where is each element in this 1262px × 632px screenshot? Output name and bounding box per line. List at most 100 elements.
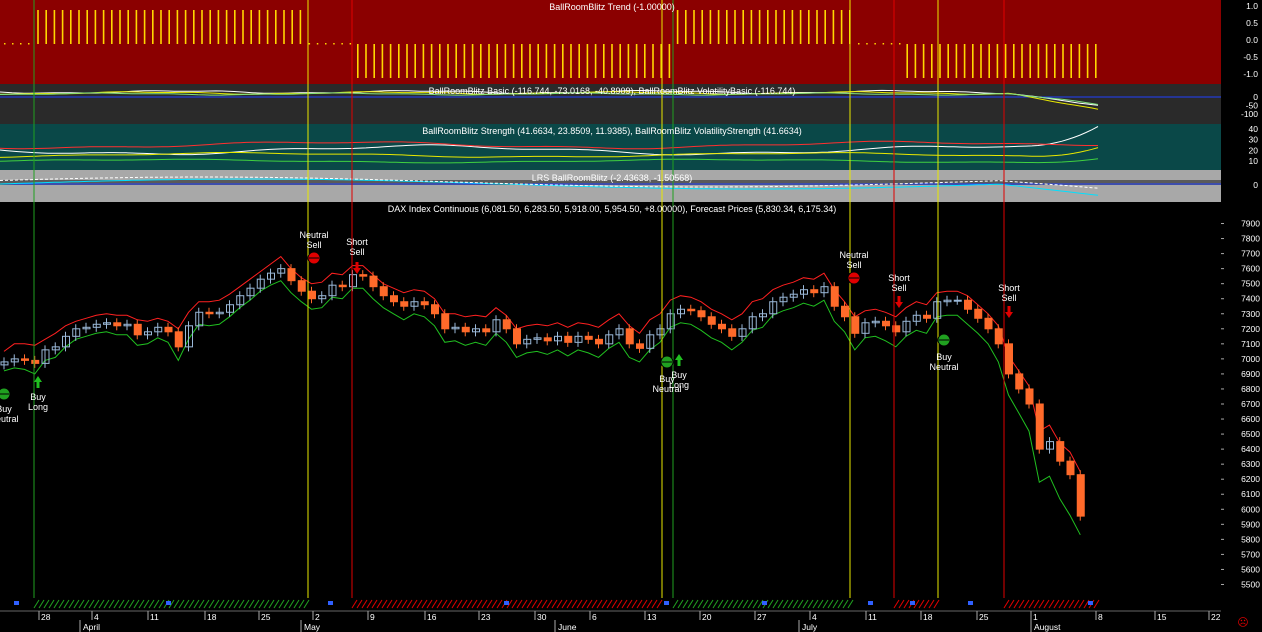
- signal-label-bottom: Long: [28, 402, 48, 412]
- trend-dot: [890, 43, 893, 45]
- strip-marker: [868, 601, 873, 605]
- price-tick-label: 6000: [1241, 504, 1260, 514]
- strip-marker: [664, 601, 669, 605]
- signal-label-top: Neutral: [839, 250, 868, 260]
- price-tick-label: 6300: [1241, 459, 1260, 469]
- price-tick-label: 6200: [1241, 474, 1260, 484]
- date-tick-label: 16: [427, 612, 437, 622]
- candle-body: [379, 286, 388, 297]
- candle-body: [718, 323, 726, 330]
- trend-dot: [858, 43, 860, 45]
- candle-body: [1035, 403, 1044, 450]
- signal-label-top: Neutral: [299, 230, 328, 240]
- month-label: June: [558, 622, 577, 632]
- close-icon[interactable]: ☹: [1237, 617, 1248, 629]
- candle-body: [810, 289, 819, 294]
- candle-body: [984, 317, 993, 330]
- price-tick-label: 7100: [1241, 339, 1260, 349]
- candle-body: [851, 316, 860, 334]
- strength-tick-label: 40: [1249, 124, 1259, 134]
- candle-body: [882, 320, 890, 327]
- trend-tick-label: 0.5: [1246, 18, 1258, 28]
- signal-label-bottom: Neutral: [0, 414, 19, 424]
- candle-body: [390, 295, 398, 303]
- signal-label-top: Buy: [671, 370, 687, 380]
- price-tick-label: 6500: [1241, 429, 1260, 439]
- signal-label-top: Short: [998, 283, 1020, 293]
- trend-dot: [333, 43, 335, 45]
- candle-body: [543, 337, 552, 342]
- trend-dot: [20, 43, 22, 45]
- price-tick-label: 5800: [1241, 534, 1260, 544]
- month-label: April: [83, 622, 100, 632]
- candle-body: [400, 301, 409, 307]
- candle-body: [1005, 343, 1013, 375]
- trend-dot: [341, 43, 343, 45]
- strip-marker: [14, 601, 19, 605]
- price-tick-label: 7600: [1241, 264, 1260, 274]
- trend-dot: [349, 43, 352, 45]
- trend-dot: [4, 43, 6, 45]
- candle-body: [133, 323, 142, 336]
- date-tick-label: 6: [592, 612, 597, 622]
- trend-dot: [28, 43, 30, 45]
- trend-dot: [325, 43, 327, 45]
- price-panel: [0, 202, 1221, 598]
- date-tick-label: 22: [1211, 612, 1221, 622]
- price-tick-label: 5500: [1241, 579, 1260, 589]
- candle-body: [728, 328, 737, 337]
- candle-body: [697, 310, 706, 318]
- basic-tick-label: -100: [1241, 109, 1258, 119]
- candle-body: [431, 304, 439, 315]
- candle-body: [502, 319, 511, 330]
- candle-body: [359, 274, 368, 277]
- signal-label-bottom: Sell: [846, 260, 861, 270]
- strength-tick-label: 20: [1249, 145, 1259, 155]
- signal-label-bottom: Sell: [349, 247, 364, 257]
- price-tick-label: 6900: [1241, 369, 1260, 379]
- price-tick-label: 5600: [1241, 564, 1260, 574]
- price-tick-label: 6400: [1241, 444, 1260, 454]
- trend-dot: [866, 43, 868, 45]
- candle-body: [841, 305, 849, 318]
- candle-body: [205, 311, 214, 315]
- signal-label-bottom: Sell: [306, 240, 321, 250]
- strength-tick-label: 30: [1249, 135, 1259, 145]
- dax-chart[interactable]: BuyNeutralBuyLongNeutralSellShortSellBuy…: [0, 0, 1262, 632]
- candle-body: [21, 358, 29, 361]
- month-label: July: [802, 622, 818, 632]
- candle-body: [287, 268, 296, 282]
- signal-label-bottom: Sell: [891, 283, 906, 293]
- signal-label-top: Buy: [0, 404, 12, 414]
- basic-title: BallRoomBlitz Basic (-116.744, -73.0168,…: [429, 86, 796, 96]
- strip-marker: [328, 601, 333, 605]
- signal-label-top: Buy: [936, 352, 952, 362]
- date-tick-label: 15: [1157, 612, 1167, 622]
- date-tick-label: 18: [923, 612, 933, 622]
- candle-body: [953, 299, 962, 302]
- price-title: DAX Index Continuous (6,081.50, 6,283.50…: [388, 204, 837, 214]
- price-tick-label: 6600: [1241, 414, 1260, 424]
- candle-body: [482, 328, 491, 333]
- candle-body: [1056, 441, 1065, 462]
- month-label: August: [1034, 622, 1061, 632]
- date-tick-label: 2: [315, 612, 320, 622]
- trend-tick-label: -1.0: [1243, 69, 1258, 79]
- price-tick-label: 6100: [1241, 489, 1260, 499]
- date-tick-label: 9: [370, 612, 375, 622]
- trend-tick-label: 0.0: [1246, 35, 1258, 45]
- trend-dot: [874, 43, 876, 45]
- candle-body: [564, 335, 573, 343]
- date-tick-label: 27: [757, 612, 767, 622]
- trend-dot: [308, 43, 311, 45]
- strip-marker: [166, 601, 171, 605]
- candle-body: [461, 326, 470, 333]
- strip-marker: [762, 601, 767, 605]
- price-tick-label: 7900: [1241, 219, 1260, 229]
- price-tick-label: 7000: [1241, 354, 1260, 364]
- trend-dot: [12, 43, 14, 45]
- lrs-title: LRS BallRoomBlitz (-2.43638, -1.50568): [532, 173, 693, 183]
- date-tick-label: 30: [537, 612, 547, 622]
- date-tick-label: 25: [261, 612, 271, 622]
- candle-body: [420, 301, 429, 306]
